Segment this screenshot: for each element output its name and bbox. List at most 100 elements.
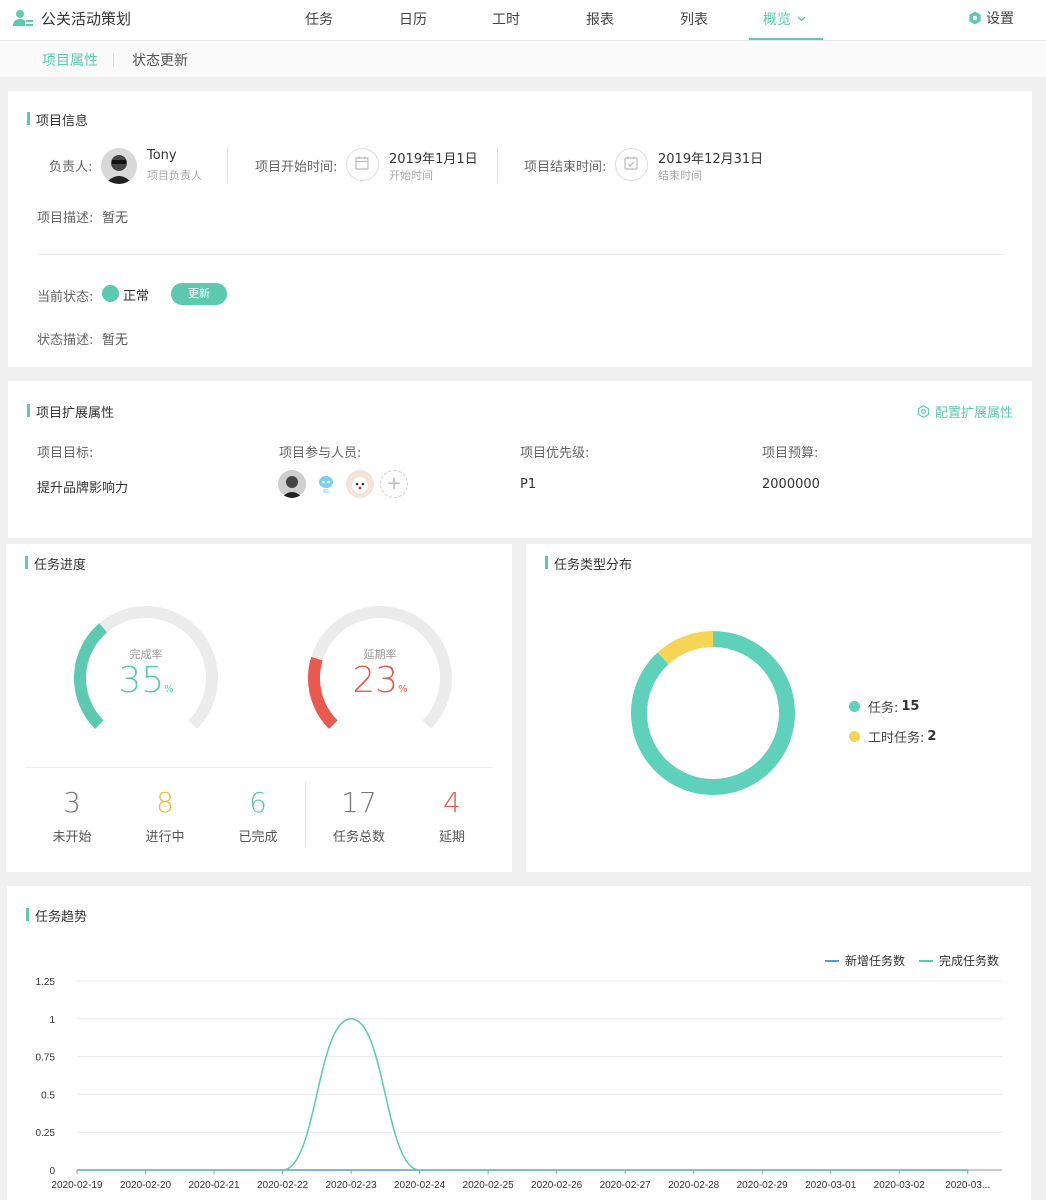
nav-tab-overview[interactable]: 概览 — [763, 9, 806, 29]
x-tick-label: 2020-03... — [945, 1180, 990, 1191]
stat-total-value: 17 — [341, 786, 377, 819]
legend-item-tasks: 任务: 15 — [849, 697, 919, 716]
priority-value: P1 — [520, 477, 537, 492]
section-title: 任务趋势 — [26, 906, 87, 925]
x-tick-label: 2020-02-27 — [600, 1180, 652, 1191]
divider — [305, 782, 306, 847]
budget-value: 2000000 — [762, 477, 820, 492]
avatar[interactable] — [101, 148, 137, 184]
y-tick-label: 1.25 — [36, 977, 56, 988]
divider — [227, 147, 228, 183]
x-tick-label: 2020-02-26 — [531, 1180, 583, 1191]
divider — [25, 767, 493, 768]
members-label: 项目参与人员: — [279, 446, 362, 461]
update-status-button[interactable]: 更新 — [171, 283, 227, 305]
member-avatar[interactable] — [312, 470, 340, 498]
status-label: 当前状态: — [37, 290, 94, 305]
chevron-down-icon — [797, 16, 806, 22]
start-time-label: 项目开始时间: — [255, 160, 338, 175]
budget-label: 项目预算: — [762, 446, 819, 461]
calendar-check-icon — [615, 148, 648, 181]
gear-icon — [969, 11, 981, 25]
legend-value: 2 — [927, 729, 937, 744]
status-description-label: 状态描述: — [37, 333, 94, 348]
description-value: 暂无 — [102, 211, 129, 226]
distribution-donut — [631, 631, 795, 795]
member-avatar[interactable] — [346, 470, 374, 498]
description-label: 项目描述: — [37, 211, 94, 226]
start-date-sub: 开始时间 — [389, 169, 433, 182]
legend-label: 工时任务: — [868, 731, 925, 746]
calendar-icon — [346, 148, 379, 181]
divider — [37, 254, 1004, 255]
nav-tab-reports[interactable]: 报表 — [586, 9, 614, 29]
nav-tab-tasks[interactable]: 任务 — [305, 9, 333, 29]
end-date: 2019年12月31日 — [658, 152, 764, 167]
owner-name: Tony — [147, 148, 177, 163]
legend-line — [919, 959, 933, 962]
goal-value: 提升品牌影响力 — [37, 481, 129, 496]
percent-sign: % — [164, 684, 174, 695]
section-title: 任务类型分布 — [545, 554, 632, 573]
legend-value: 15 — [901, 699, 920, 714]
nav-tab-overview-label: 概览 — [763, 12, 791, 28]
task-progress-card: 任务进度 完成率 35% 延期率 23% 3 未开始 8 进行中 6 已完成 1… — [6, 544, 512, 872]
stat-completed-value: 6 — [249, 786, 267, 819]
divider — [113, 53, 114, 67]
add-member-button[interactable]: + — [380, 470, 408, 498]
divider — [497, 147, 498, 183]
settings-button[interactable]: 设置 — [968, 8, 1014, 28]
task-distribution-card: 任务类型分布 任务: 15 工时任务: 2 — [526, 544, 1031, 872]
configure-attributes-link[interactable]: 配置扩展属性 — [917, 402, 1013, 421]
subtab-status-updates[interactable]: 状态更新 — [132, 50, 188, 70]
task-trend-card: 任务趋势 新增任务数 完成任务数 0 0.25 0.5 0.75 1 1.25 2020-0… — [7, 886, 1031, 1200]
end-date-sub: 结束时间 — [658, 169, 702, 182]
stat-in-progress-value: 8 — [156, 786, 174, 819]
percent-sign: % — [398, 684, 408, 695]
stat-not-started-label: 未开始 — [52, 830, 92, 845]
stat-in-progress-label: 进行中 — [145, 830, 185, 845]
owner-role: 项目负责人 — [147, 169, 202, 182]
subtab-project-attributes[interactable]: 项目属性 — [42, 50, 98, 70]
x-tick-label: 2020-02-28 — [668, 1180, 720, 1191]
legend-item-worktime-tasks: 工时任务: 2 — [849, 727, 936, 746]
member-avatar[interactable] — [278, 470, 306, 498]
nav-tab-list[interactable]: 列表 — [680, 9, 708, 29]
x-tick-label: 2020-02-29 — [737, 1180, 789, 1191]
status-value: 正常 — [123, 289, 150, 304]
stat-completed-label: 已完成 — [238, 830, 278, 845]
start-date: 2019年1月1日 — [389, 152, 478, 167]
stat-delayed-value: 4 — [443, 786, 461, 819]
configure-attributes-label: 配置扩展属性 — [935, 406, 1014, 421]
section-title: 项目信息 — [27, 110, 88, 129]
x-tick-label: 2020-02-25 — [463, 1180, 515, 1191]
x-tick-label: 2020-02-19 — [51, 1180, 103, 1191]
x-tick-label: 2020-02-23 — [325, 1180, 377, 1191]
legend-dot — [849, 731, 860, 742]
stat-total-label: 任务总数 — [332, 830, 385, 845]
gear-icon — [917, 405, 930, 418]
x-tick-label: 2020-02-21 — [188, 1180, 240, 1191]
legend-label: 任务: — [868, 701, 899, 716]
plus-icon: + — [386, 473, 402, 494]
sub-tabs: 项目属性 状态更新 — [0, 41, 1046, 77]
donut-slice[interactable] — [631, 631, 795, 795]
legend-dot — [849, 701, 860, 712]
status-description-value: 暂无 — [102, 333, 129, 348]
x-tick-label: 2020-02-22 — [257, 1180, 309, 1191]
y-tick-label: 0 — [49, 1166, 55, 1177]
x-tick-label: 2020-03-02 — [874, 1180, 926, 1191]
donut-slice[interactable] — [657, 631, 714, 665]
completion-rate: 35% — [96, 660, 196, 701]
nav-tab-calendar[interactable]: 日历 — [399, 9, 427, 29]
completion-value: 35 — [118, 660, 165, 701]
app-title: 公关活动策划 — [41, 10, 132, 28]
x-tick-label: 2020-02-24 — [394, 1180, 446, 1191]
nav-tab-worktime[interactable]: 工时 — [492, 9, 520, 29]
end-time-label: 项目结束时间: — [524, 160, 607, 175]
delay-value: 23 — [352, 660, 399, 701]
y-tick-label: 0.25 — [36, 1128, 56, 1139]
stat-not-started-value: 3 — [63, 786, 81, 819]
x-tick-label: 2020-02-20 — [120, 1180, 172, 1191]
trend-chart: 0 0.25 0.5 0.75 1 1.25 2020-02-19 2020-02-20 202… — [36, 977, 1002, 1191]
